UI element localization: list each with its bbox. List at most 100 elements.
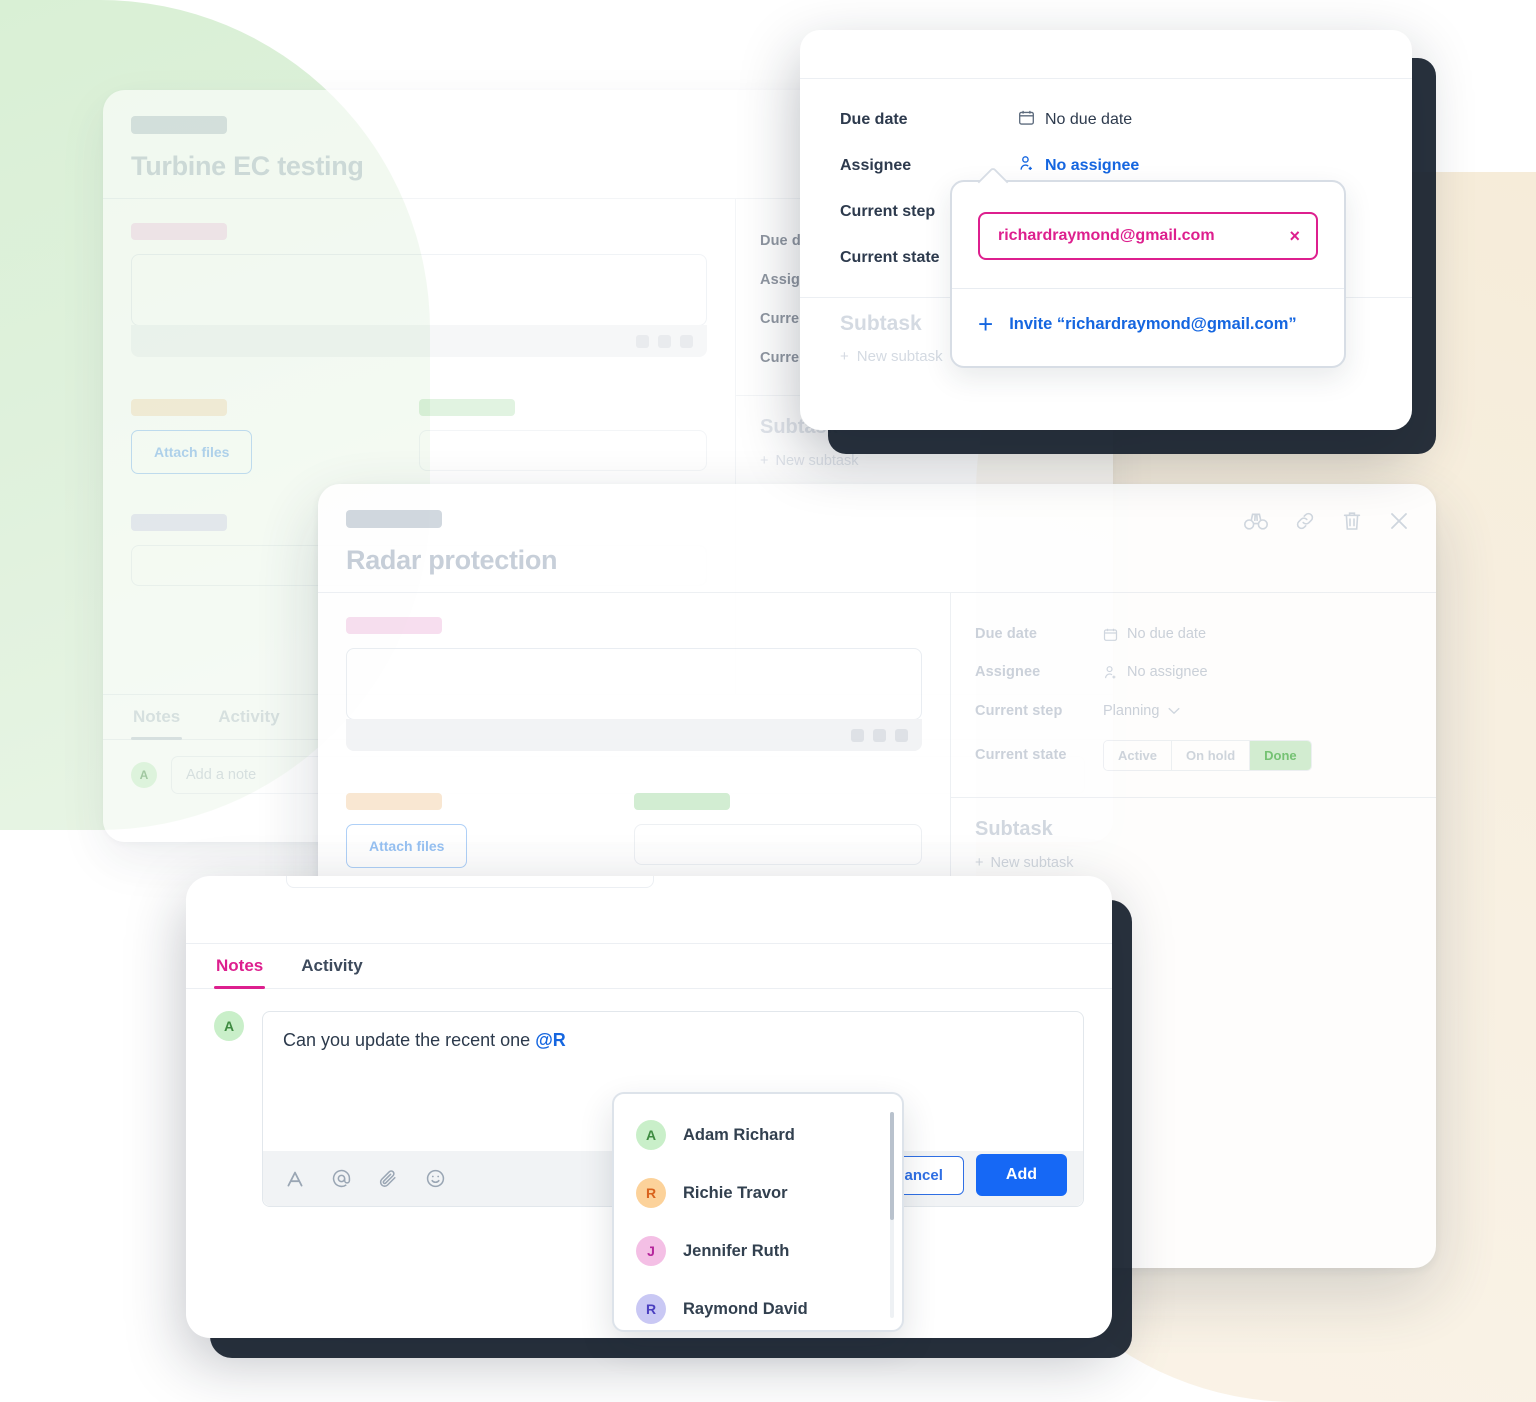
- binoculars-icon[interactable]: [1244, 512, 1268, 530]
- new-subtask-button[interactable]: + New subtask: [951, 841, 1436, 871]
- mention-list-item[interactable]: J Jennifer Ruth: [614, 1222, 902, 1280]
- meta-value-due-date[interactable]: No due date: [1103, 626, 1206, 642]
- notes-card-top: [186, 876, 1112, 944]
- field-row-attachments: Attach files: [346, 793, 922, 868]
- no-assignee-button[interactable]: No assignee: [1018, 155, 1139, 177]
- note-text-content: Can you update the recent one @R: [263, 1012, 1083, 1051]
- meta-label-current-step: Current step: [975, 703, 1063, 719]
- email-value: richardraymond@gmail.com: [998, 227, 1215, 244]
- calendar-icon: [1103, 627, 1118, 642]
- secondary-input[interactable]: [419, 430, 707, 471]
- subtask-heading: Subtask: [975, 818, 1053, 840]
- plus-icon: +: [978, 309, 994, 339]
- text-format-icon[interactable]: [285, 1169, 305, 1189]
- add-button[interactable]: Add: [975, 1154, 1067, 1196]
- mention-item-name: Richie Travor: [683, 1183, 788, 1202]
- field-label-description: [346, 617, 442, 634]
- toolbar-dot: [658, 334, 671, 348]
- meta-label-due-date: Due date: [975, 626, 1038, 642]
- description-editor[interactable]: [346, 648, 922, 720]
- breadcrumb-placeholder: [346, 510, 442, 528]
- mention-list-item[interactable]: R Raymond David: [614, 1280, 902, 1330]
- person-add-icon: [1018, 155, 1035, 177]
- panel-new-subtask-label: New subtask: [856, 348, 943, 365]
- description-editor-toolbar[interactable]: [131, 325, 707, 357]
- meta-row-current-state: Current state Active On hold Done: [951, 731, 1436, 779]
- mention-item-name: Raymond David: [683, 1299, 808, 1318]
- avatar: R: [636, 1178, 666, 1208]
- no-assignee-label: No assignee: [1045, 157, 1140, 174]
- header-action-icons: [1244, 510, 1410, 532]
- meta-label-assignee: Assignee: [975, 664, 1041, 680]
- ghost-input: [286, 876, 654, 888]
- assignee-text: No assignee: [1127, 664, 1208, 680]
- attach-files-button[interactable]: Attach files: [346, 824, 468, 868]
- secondary-field: [419, 399, 707, 474]
- toolbar-dot: [636, 334, 649, 348]
- toolbar-dot: [895, 728, 908, 742]
- mention-icon[interactable]: [331, 1168, 352, 1189]
- toolbar-dot: [873, 728, 886, 742]
- link-icon[interactable]: [1294, 510, 1316, 532]
- current-step-select[interactable]: Planning: [1103, 703, 1180, 719]
- attachment-icon[interactable]: [378, 1168, 399, 1189]
- state-option-done[interactable]: Done: [1250, 740, 1311, 770]
- toolbar-dot: [851, 728, 864, 742]
- avatar: A: [636, 1120, 666, 1150]
- meta-row-current-step: Current step Planning: [951, 691, 1436, 731]
- description-editor-toolbar[interactable]: [346, 719, 922, 751]
- field-label-attachments: [131, 399, 227, 416]
- mention-dropdown: A Adam Richard R Richie Travor J Jennife…: [612, 1092, 904, 1332]
- assignee-email-input[interactable]: richardraymond@gmail.com ×: [978, 212, 1318, 260]
- field-label-third: [131, 514, 227, 531]
- new-subtask-label: New subtask: [775, 453, 859, 469]
- mention-item-name: Adam Richard: [683, 1125, 795, 1144]
- plus-icon: +: [760, 453, 769, 469]
- field-label-attachments: [346, 793, 442, 810]
- avatar: R: [636, 1294, 666, 1324]
- panel-header-space: [800, 30, 1412, 78]
- mention-list-item[interactable]: R Richie Travor: [614, 1164, 902, 1222]
- meta-row-due-date: Due date No due date: [951, 615, 1436, 653]
- chevron-down-icon: [1168, 707, 1180, 715]
- secondary-field: [634, 793, 922, 868]
- meta-value-assignee[interactable]: No assignee: [1103, 664, 1208, 680]
- attachments-field: Attach files: [131, 399, 419, 474]
- field-label-description: [131, 223, 227, 240]
- note-text: Can you update the recent one: [283, 1030, 536, 1050]
- invite-user-button[interactable]: + Invite “richardraymond@gmail.com”: [952, 289, 1344, 337]
- field-label-secondary: [419, 399, 515, 416]
- new-subtask-button[interactable]: + New subtask: [736, 439, 1113, 469]
- scrollbar-thumb[interactable]: [890, 1112, 894, 1220]
- calendar-icon: [1018, 109, 1035, 131]
- plus-icon: +: [840, 348, 849, 365]
- field-row-attachments: Attach files: [131, 399, 707, 474]
- panel-divider: [800, 78, 1412, 79]
- due-date-text: No due date: [1045, 111, 1133, 128]
- mention-list-item[interactable]: A Adam Richard: [614, 1106, 902, 1164]
- panel-value-due-date[interactable]: No due date: [1018, 109, 1132, 131]
- mention-token: @R: [535, 1030, 566, 1050]
- avatar: A: [214, 1011, 244, 1041]
- close-icon[interactable]: [1388, 510, 1410, 532]
- breadcrumb-placeholder: [131, 116, 227, 134]
- tab-activity[interactable]: Activity: [299, 944, 364, 988]
- attach-files-button[interactable]: Attach files: [131, 430, 253, 474]
- emoji-icon[interactable]: [425, 1168, 446, 1189]
- plus-icon: +: [975, 855, 984, 871]
- mention-item-name: Jennifer Ruth: [683, 1241, 790, 1260]
- trash-icon[interactable]: [1342, 510, 1362, 532]
- card-header: Radar protection: [318, 484, 1436, 593]
- invite-popover: richardraymond@gmail.com × + Invite “ric…: [950, 166, 1346, 368]
- tab-notes[interactable]: Notes: [131, 695, 183, 740]
- state-option-on-hold[interactable]: On hold: [1172, 740, 1251, 770]
- tab-notes[interactable]: Notes: [214, 944, 266, 989]
- description-editor[interactable]: [131, 254, 707, 326]
- clear-icon[interactable]: ×: [1289, 227, 1300, 245]
- tab-activity[interactable]: Activity: [216, 695, 281, 739]
- field-label-secondary: [634, 793, 730, 810]
- invite-label: Invite “richardraymond@gmail.com”: [1009, 314, 1297, 333]
- attachments-field: Attach files: [346, 793, 634, 868]
- state-option-active[interactable]: Active: [1104, 740, 1173, 770]
- secondary-input[interactable]: [634, 824, 922, 865]
